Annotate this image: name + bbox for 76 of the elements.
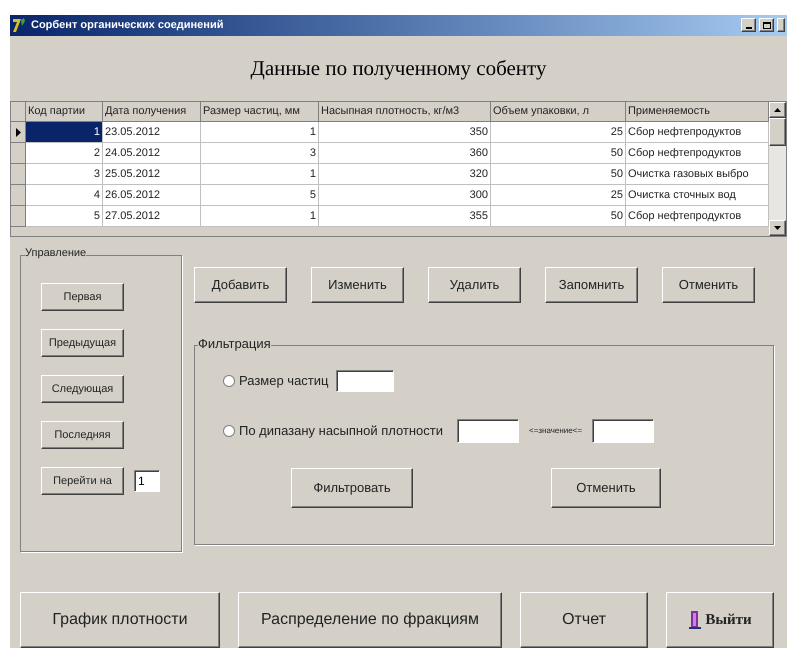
table-cell: 27.05.2012 <box>103 206 201 228</box>
density-max-field[interactable] <box>592 419 654 443</box>
scroll-thumb[interactable] <box>769 118 786 146</box>
goto-field[interactable]: 1 <box>134 470 160 492</box>
close-button[interactable] <box>777 18 785 32</box>
radio-button[interactable] <box>223 425 235 437</box>
table-cell: 25 <box>491 122 626 144</box>
navigation-button[interactable]: Первая <box>41 283 124 311</box>
radio-button[interactable] <box>223 375 235 387</box>
table-cell: 23.05.2012 <box>103 122 201 144</box>
navigation-button[interactable]: Предыдущая <box>41 329 124 357</box>
table-cell: 50 <box>491 143 626 164</box>
table-cell: 26.05.2012 <box>103 185 201 206</box>
table-cell: Сбор нефтепродуктов <box>626 206 769 228</box>
particle-size-field[interactable] <box>336 370 394 392</box>
bottom-button[interactable]: Выйти <box>666 592 774 648</box>
table-cell: 300 <box>319 185 491 206</box>
door-exit-icon <box>688 610 702 630</box>
table-cell: 24.05.2012 <box>103 143 201 164</box>
bottom-button[interactable]: Распределение по фракциям <box>238 592 502 648</box>
group-title: Управление <box>25 248 86 259</box>
column-header[interactable]: Объем упаковки, л <box>491 102 626 122</box>
table-cell: 4 <box>26 185 103 206</box>
action-button[interactable]: Изменить <box>311 267 404 303</box>
scrollbar[interactable] <box>769 102 786 236</box>
table-cell: Сбор нефтепродуктов <box>626 122 769 144</box>
table-cell: 350 <box>319 122 491 144</box>
table-cell: 355 <box>319 206 491 228</box>
table-cell: 25 <box>491 185 626 206</box>
table-cell: Сбор нефтепродуктов <box>626 143 769 164</box>
table-cell: 5 <box>201 185 319 206</box>
cancel-filter-button[interactable]: Отменить <box>551 468 661 508</box>
navigation-button[interactable]: Следующая <box>41 375 124 403</box>
column-header[interactable]: Насыпная плотность, кг/м3 <box>319 102 491 122</box>
table-cell: 320 <box>319 164 491 186</box>
bottom-button[interactable]: График плотности <box>20 592 220 648</box>
density-min-field[interactable] <box>457 419 520 443</box>
table-cell: 3 <box>26 164 103 186</box>
radio-label: По дипазану насыпной плотности <box>239 422 444 440</box>
page-heading: Данные по полученному собенту <box>250 54 546 82</box>
column-header[interactable]: Применяемость <box>626 102 769 122</box>
scroll-up-icon[interactable] <box>774 108 781 112</box>
table-cell: 1 <box>201 206 319 228</box>
table-cell: 5 <box>26 206 103 228</box>
window-title: Сорбент органических соединений <box>31 18 224 34</box>
table-cell: 1 <box>26 122 103 144</box>
scroll-down-icon[interactable] <box>774 226 781 230</box>
table-cell: 2 <box>26 143 103 164</box>
bottom-button[interactable]: Отчет <box>520 592 648 648</box>
table-cell: 360 <box>319 143 491 164</box>
table-cell: 25.05.2012 <box>103 164 201 186</box>
action-button[interactable]: Добавить <box>194 267 287 303</box>
current-row-icon <box>16 128 20 137</box>
range-label: <=значение<= <box>529 425 582 437</box>
action-button[interactable]: Запомнить <box>545 267 638 303</box>
table-cell: Очистка сточных вод <box>626 185 769 206</box>
navigation-button[interactable]: Перейти на <box>41 467 124 495</box>
action-button[interactable]: Удалить <box>428 267 521 303</box>
table-cell: 1 <box>201 164 319 186</box>
row-indicator[interactable] <box>11 122 26 144</box>
group-title: Фильтрация <box>198 337 271 350</box>
table-cell: 50 <box>491 164 626 186</box>
action-button[interactable]: Отменить <box>662 267 755 303</box>
table-cell: 3 <box>201 143 319 164</box>
navigation-button[interactable]: Последняя <box>41 421 124 449</box>
minimize-button[interactable] <box>741 18 756 32</box>
table-cell: Очистка газовых выбро <box>626 164 769 186</box>
radio-label: Размер частиц <box>239 372 328 390</box>
column-header[interactable]: Код партии <box>26 102 103 122</box>
column-header[interactable]: Дата получения <box>103 102 201 122</box>
table-cell: 1 <box>201 122 319 144</box>
filter-button[interactable]: Фильтровать <box>291 468 413 508</box>
column-header[interactable]: Размер частиц, мм <box>201 102 319 122</box>
app-logo-icon <box>12 17 28 34</box>
table-cell: 50 <box>491 206 626 228</box>
maximize-button[interactable] <box>759 18 774 32</box>
